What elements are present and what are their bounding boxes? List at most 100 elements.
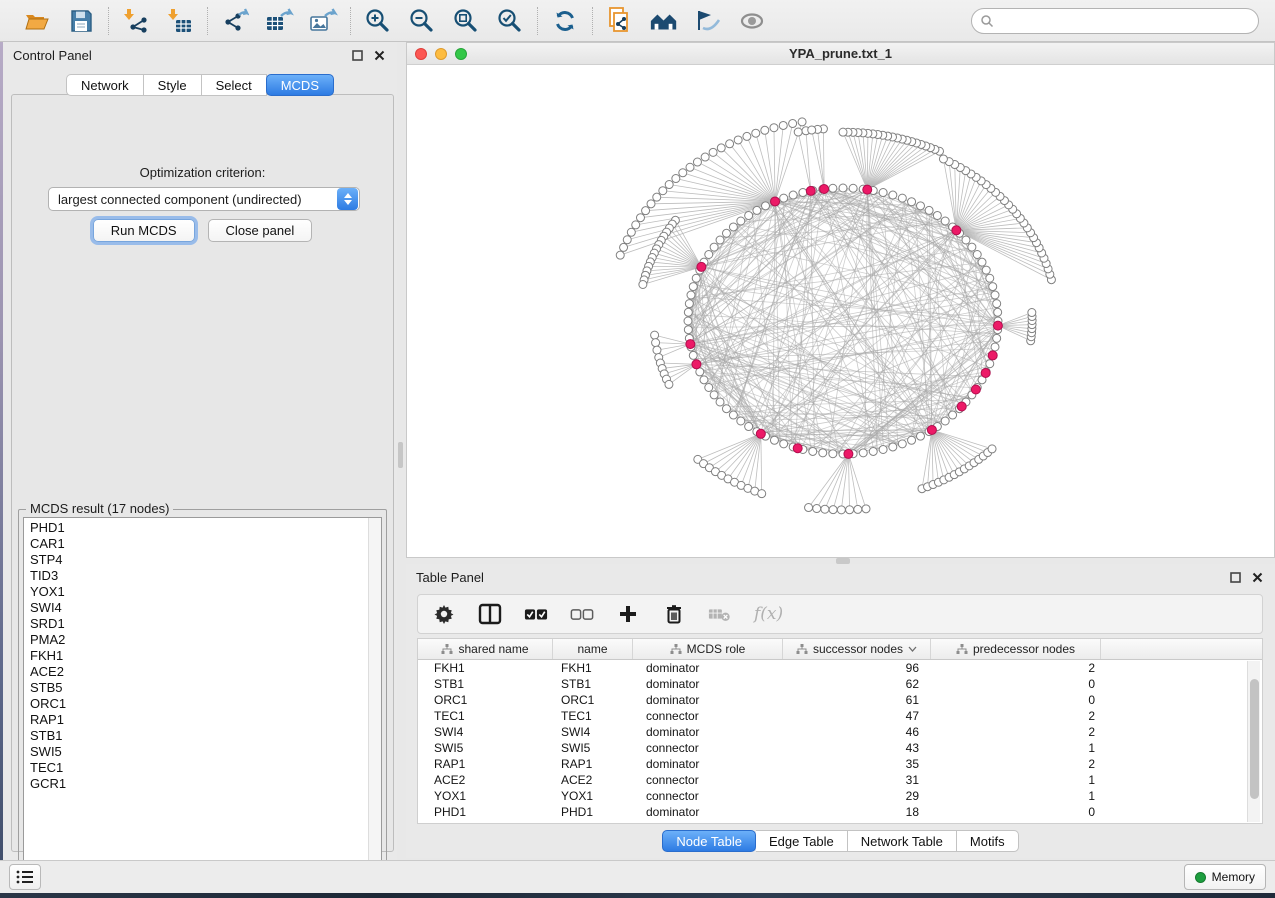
- show-column-panel-icon[interactable]: [478, 602, 502, 626]
- table-row[interactable]: TEC1TEC1connector472: [418, 708, 1262, 724]
- memory-button[interactable]: Memory: [1184, 864, 1266, 890]
- cell-successor: 62: [783, 676, 931, 692]
- dropdown-value: largest connected component (undirected): [49, 192, 337, 207]
- cell-successor: 96: [783, 660, 931, 676]
- table-row[interactable]: ACE2ACE2connector311: [418, 772, 1262, 788]
- table-row[interactable]: PHD1PHD1dominator180: [418, 804, 1262, 820]
- table-row[interactable]: FKH1FKH1dominator962: [418, 660, 1262, 676]
- merge-networks-icon[interactable]: [649, 6, 679, 36]
- search-field[interactable]: [971, 8, 1259, 34]
- tab-motifs[interactable]: Motifs: [957, 830, 1019, 852]
- mcds-result-item[interactable]: GCR1: [30, 776, 381, 792]
- mcds-result-item[interactable]: PMA2: [30, 632, 381, 648]
- table-row[interactable]: RAP1RAP1dominator352: [418, 756, 1262, 772]
- import-network-icon[interactable]: [121, 6, 151, 36]
- mcds-result-item[interactable]: FKH1: [30, 648, 381, 664]
- column-header-name[interactable]: name: [553, 639, 633, 659]
- show-hide-icon[interactable]: [737, 6, 767, 36]
- table-row[interactable]: YOX1YOX1connector291: [418, 788, 1262, 804]
- tab-node-table[interactable]: Node Table: [662, 830, 756, 852]
- mcds-result-item[interactable]: STB1: [30, 728, 381, 744]
- column-header-successor-nodes[interactable]: successor nodes: [783, 639, 931, 659]
- zoom-in-icon[interactable]: [363, 6, 393, 36]
- mcds-result-item[interactable]: TID3: [30, 568, 381, 584]
- cell-successor: 31: [783, 772, 931, 788]
- add-column-icon[interactable]: [616, 602, 640, 626]
- close-panel-icon[interactable]: [371, 47, 387, 63]
- mcds-result-item[interactable]: CAR1: [30, 536, 381, 552]
- unselect-all-icon[interactable]: [570, 602, 594, 626]
- mcds-result-item[interactable]: PHD1: [30, 520, 381, 536]
- table-header-row: shared namenameMCDS rolesuccessor nodesp…: [418, 639, 1262, 660]
- run-mcds-button[interactable]: Run MCDS: [93, 219, 195, 242]
- cell-predecessor: 1: [931, 788, 1101, 804]
- apply-style-icon[interactable]: [693, 6, 723, 36]
- cell-predecessor: 0: [931, 804, 1101, 820]
- mcds-result-item[interactable]: TEC1: [30, 760, 381, 776]
- export-network-icon[interactable]: [220, 6, 250, 36]
- cell-successor: 43: [783, 740, 931, 756]
- search-input[interactable]: [994, 14, 1250, 28]
- mcds-result-item[interactable]: SWI4: [30, 600, 381, 616]
- import-table-icon[interactable]: [165, 6, 195, 36]
- mcds-result-item[interactable]: YOX1: [30, 584, 381, 600]
- task-history-button[interactable]: [9, 864, 41, 890]
- table-row[interactable]: SWI5SWI5connector431: [418, 740, 1262, 756]
- float-table-panel-icon[interactable]: [1227, 569, 1243, 585]
- namespace-icon: [670, 644, 682, 655]
- network-canvas[interactable]: [407, 65, 1274, 557]
- mcds-result-item[interactable]: RAP1: [30, 712, 381, 728]
- column-header-predecessor-nodes[interactable]: predecessor nodes: [931, 639, 1101, 659]
- tab-network[interactable]: Network: [66, 74, 144, 96]
- mcds-result-item[interactable]: STB5: [30, 680, 381, 696]
- mcds-result-scrollbar[interactable]: [368, 518, 381, 871]
- column-header-shared-name[interactable]: shared name: [418, 639, 553, 659]
- vertical-splitter-handle[interactable]: [398, 442, 403, 468]
- mcds-result-item[interactable]: ORC1: [30, 696, 381, 712]
- table-row[interactable]: ORC1ORC1dominator610: [418, 692, 1262, 708]
- mcds-result-item[interactable]: ACE2: [30, 664, 381, 680]
- save-session-icon[interactable]: [66, 6, 96, 36]
- share-document-icon[interactable]: [605, 6, 635, 36]
- mcds-result-item[interactable]: SRD1: [30, 616, 381, 632]
- cell-mcds_role: dominator: [633, 676, 783, 692]
- export-image-icon[interactable]: [308, 6, 338, 36]
- delete-column-icon[interactable]: [662, 602, 686, 626]
- cell-mcds_role: dominator: [633, 724, 783, 740]
- column-header-MCDS-role[interactable]: MCDS role: [633, 639, 783, 659]
- network-window-titlebar[interactable]: YPA_prune.txt_1: [407, 43, 1274, 65]
- cell-shared_name: TEC1: [418, 708, 553, 724]
- mcds-result-item[interactable]: SWI5: [30, 744, 381, 760]
- node-table[interactable]: shared namenameMCDS rolesuccessor nodesp…: [417, 638, 1263, 824]
- tab-edge-table[interactable]: Edge Table: [756, 830, 848, 852]
- mcds-result-item[interactable]: STP4: [30, 552, 381, 568]
- tab-network-table[interactable]: Network Table: [848, 830, 957, 852]
- cell-shared_name: ORC1: [418, 692, 553, 708]
- zoom-fit-icon[interactable]: [451, 6, 481, 36]
- table-scrollbar[interactable]: [1247, 661, 1260, 822]
- table-body: FKH1FKH1dominator962STB1STB1dominator620…: [418, 660, 1262, 820]
- table-settings-icon[interactable]: [432, 602, 456, 626]
- close-table-panel-icon[interactable]: [1249, 569, 1265, 585]
- open-session-icon[interactable]: [22, 6, 52, 36]
- select-all-icon[interactable]: [524, 602, 548, 626]
- zoom-out-icon[interactable]: [407, 6, 437, 36]
- float-panel-icon[interactable]: [349, 47, 365, 63]
- cell-successor: 29: [783, 788, 931, 804]
- table-row[interactable]: SWI4SWI4dominator462: [418, 724, 1262, 740]
- cell-mcds_role: connector: [633, 788, 783, 804]
- mcds-result-list[interactable]: PHD1CAR1STP4TID3YOX1SWI4SRD1PMA2FKH1ACE2…: [23, 517, 382, 872]
- table-scrollbar-thumb[interactable]: [1250, 679, 1259, 799]
- tab-mcds[interactable]: MCDS: [266, 74, 334, 96]
- close-panel-button[interactable]: Close panel: [208, 219, 313, 242]
- tab-select[interactable]: Select: [202, 74, 267, 96]
- optimization-criterion-dropdown[interactable]: largest connected component (undirected): [48, 187, 360, 211]
- zoom-selected-icon[interactable]: [495, 6, 525, 36]
- magnifier-fit-glyph: [452, 7, 480, 35]
- table-row[interactable]: STB1STB1dominator620: [418, 676, 1262, 692]
- refresh-icon[interactable]: [550, 6, 580, 36]
- export-table-icon[interactable]: [264, 6, 294, 36]
- table-panel-titlebar: Table Panel: [406, 564, 1275, 590]
- dropdown-stepper-icon: [337, 188, 358, 210]
- tab-style[interactable]: Style: [144, 74, 202, 96]
